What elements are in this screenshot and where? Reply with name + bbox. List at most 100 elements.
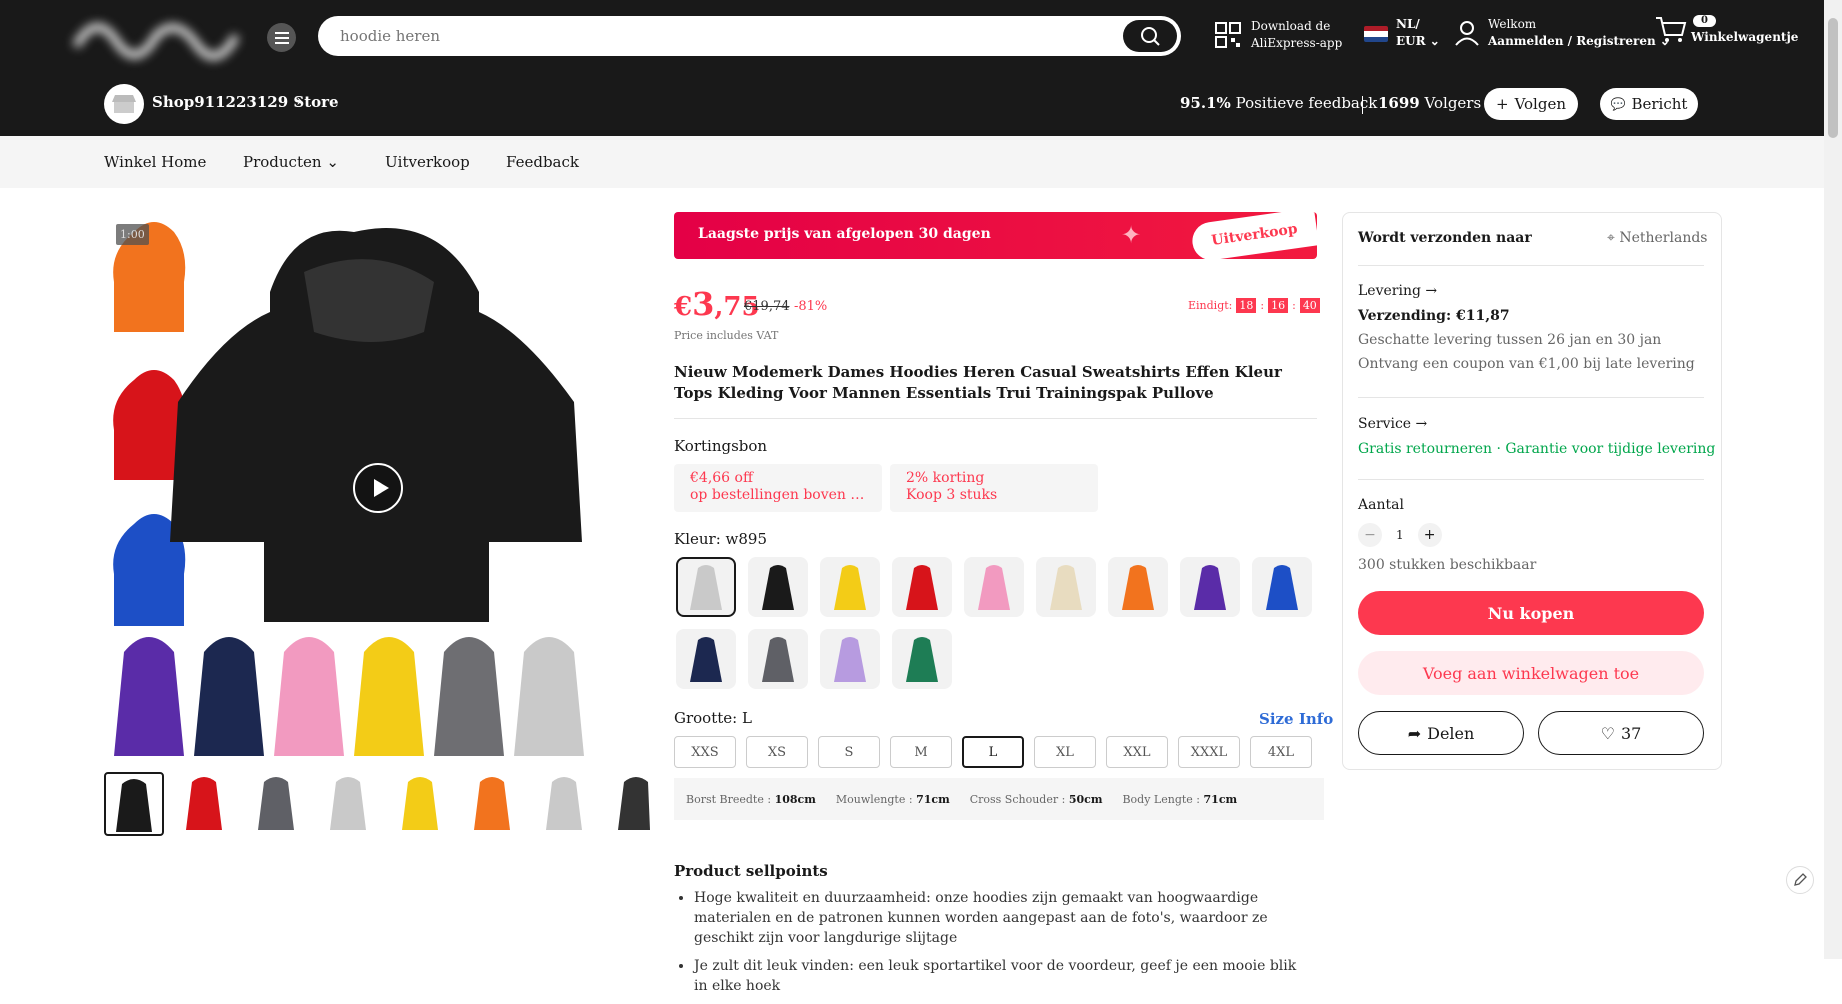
sign-in-link[interactable]: Aanmelden / Registreren xyxy=(1488,34,1656,48)
quantity-increase-button[interactable]: + xyxy=(1417,523,1442,547)
color-swatch-2[interactable] xyxy=(748,557,808,617)
color-swatch-6[interactable] xyxy=(1036,557,1096,617)
size-option-xxxl[interactable]: XXXL xyxy=(1178,736,1240,768)
measure-chest: Borst Breedte : 108cm xyxy=(686,793,816,806)
nav-store-home[interactable]: Winkel Home xyxy=(104,153,206,171)
download-line1: Download de xyxy=(1251,19,1331,33)
search-button[interactable] xyxy=(1123,20,1177,52)
color-swatch-13[interactable] xyxy=(892,629,952,689)
size-option-xxs[interactable]: XXS xyxy=(674,736,736,768)
scrollbar-thumb[interactable] xyxy=(1828,18,1838,138)
thumbnail-7[interactable] xyxy=(536,772,596,836)
strip-hoodie-light-grey xyxy=(514,637,584,756)
search-input[interactable] xyxy=(340,16,1100,56)
nav-feedback[interactable]: Feedback xyxy=(506,153,579,171)
quantity-value[interactable]: 1 xyxy=(1396,528,1404,542)
color-swatch-1[interactable] xyxy=(676,557,736,617)
nav-sale[interactable]: Uitverkoop xyxy=(385,153,470,171)
measure-chest-label: Borst Breedte : xyxy=(686,792,772,806)
plus-icon: + xyxy=(1495,95,1509,113)
thumbnail-5[interactable] xyxy=(392,772,452,836)
color-swatch-3[interactable] xyxy=(820,557,880,617)
color-swatch-12[interactable] xyxy=(820,629,880,689)
size-label: Grootte: L xyxy=(674,709,752,727)
main-hoodie-black xyxy=(170,228,582,622)
strip-hoodie-yellow xyxy=(354,637,424,756)
color-swatch-9[interactable] xyxy=(1252,557,1312,617)
menu-icon[interactable] xyxy=(267,23,296,52)
divider xyxy=(1362,96,1363,114)
follow-button[interactable]: + Volgen xyxy=(1484,88,1578,120)
color-swatch-11[interactable] xyxy=(748,629,808,689)
shipping-cost: Verzending: €11,87 xyxy=(1358,308,1510,324)
size-option-xl[interactable]: XL xyxy=(1034,736,1096,768)
color-swatch-7[interactable] xyxy=(1108,557,1168,617)
color-swatch-4[interactable] xyxy=(892,557,952,617)
size-option-l[interactable]: L xyxy=(962,736,1024,768)
service-separator: · xyxy=(1496,441,1501,457)
strip-hoodie-pink xyxy=(274,637,344,756)
color-swatch-8[interactable] xyxy=(1180,557,1240,617)
thumbnail-6[interactable] xyxy=(464,772,524,836)
buy-now-button[interactable]: Nu kopen xyxy=(1358,591,1704,635)
cart-label: Winkelwagentje xyxy=(1691,30,1799,44)
service-link[interactable]: Service → xyxy=(1358,416,1427,432)
ship-to-country[interactable]: ⌖ Netherlands xyxy=(1607,230,1708,246)
size-option-s[interactable]: S xyxy=(818,736,880,768)
size-option-4xl[interactable]: 4XL xyxy=(1250,736,1312,768)
sellpoint-item: Hoge kwaliteit en duurzaamheid: onze hoo… xyxy=(694,888,1314,948)
delivery-label: Levering xyxy=(1358,283,1421,299)
play-icon[interactable] xyxy=(353,463,403,513)
thumbnail-4[interactable] xyxy=(320,772,380,836)
welcome-label: Welkom xyxy=(1488,17,1537,31)
language-currency-selector[interactable]: NL/EUR ⌄ xyxy=(1364,16,1440,50)
share-button[interactable]: ➦ Delen xyxy=(1358,711,1524,755)
countdown-seconds: 40 xyxy=(1299,298,1320,313)
thumbnail-8[interactable] xyxy=(608,772,650,836)
user-icon xyxy=(1455,21,1479,46)
thumbnail-1[interactable] xyxy=(104,772,164,836)
thumbnail-3[interactable] xyxy=(248,772,308,836)
store-avatar[interactable] xyxy=(104,84,144,124)
nav-products[interactable]: Producten ⌄ xyxy=(243,153,339,171)
add-to-cart-button[interactable]: Voeg aan winkelwagen toe xyxy=(1358,651,1704,695)
store-name[interactable]: Shop911223129 Store xyxy=(152,93,339,111)
heart-icon: ♡ xyxy=(1600,723,1615,743)
thumbnail-2[interactable] xyxy=(176,772,236,836)
followers: 1699 Volgers xyxy=(1378,94,1481,112)
account-menu[interactable]: Welkom Aanmelden / Registreren ⌄ xyxy=(1454,16,1670,50)
delivery-link[interactable]: Levering → xyxy=(1358,283,1437,299)
divider xyxy=(1358,397,1704,398)
size-option-m[interactable]: M xyxy=(890,736,952,768)
wishlist-button[interactable]: ♡ 37 xyxy=(1538,711,1704,755)
page-scrollbar[interactable] xyxy=(1824,0,1842,959)
main-product-image[interactable]: 1:00 xyxy=(104,212,650,756)
feedback-label: Positieve feedback xyxy=(1235,94,1378,112)
size-option-xs[interactable]: XS xyxy=(746,736,808,768)
size-option-xxl[interactable]: XXL xyxy=(1106,736,1168,768)
sale-tag: Uitverkoop xyxy=(1189,212,1317,259)
size-info-link[interactable]: Size Info xyxy=(1259,710,1333,728)
thumb-hoodie-red[interactable] xyxy=(113,370,186,480)
edit-icon[interactable] xyxy=(1786,866,1814,894)
follow-label: Volgen xyxy=(1514,95,1566,113)
coupon-card-2[interactable]: 2% korting Koop 3 stuks xyxy=(890,464,1098,512)
thumbnail-strip xyxy=(104,772,650,836)
coupon-1-desc: op bestellingen boven d... xyxy=(690,487,866,503)
measure-sleeve-label: Mouwlengte : xyxy=(835,792,913,806)
sellpoint-item: Je zult dit leuk vinden: een leuk sporta… xyxy=(694,956,1314,996)
star-icon: ✦ xyxy=(1121,221,1142,249)
site-logo[interactable] xyxy=(66,6,248,64)
color-swatch-5[interactable] xyxy=(964,557,1024,617)
color-swatch-10[interactable] xyxy=(676,629,736,689)
message-button[interactable]: 💬 Bericht xyxy=(1600,88,1698,120)
quantity-decrease-button[interactable]: − xyxy=(1358,523,1382,547)
cart-button[interactable]: 0 Winkelwagentje xyxy=(1655,14,1798,44)
followers-value: 1699 xyxy=(1378,94,1420,112)
coupon-card-1[interactable]: €4,66 off op bestellingen boven d... xyxy=(674,464,882,512)
download-app[interactable]: Download de AliExpress-app xyxy=(1215,18,1342,52)
chevron-right-icon[interactable]: › xyxy=(296,91,303,111)
coupon-1-title: €4,66 off xyxy=(690,470,753,486)
product-title: Nieuw Modemerk Dames Hoodies Heren Casua… xyxy=(674,363,1282,402)
price-symbol: € xyxy=(674,292,693,322)
